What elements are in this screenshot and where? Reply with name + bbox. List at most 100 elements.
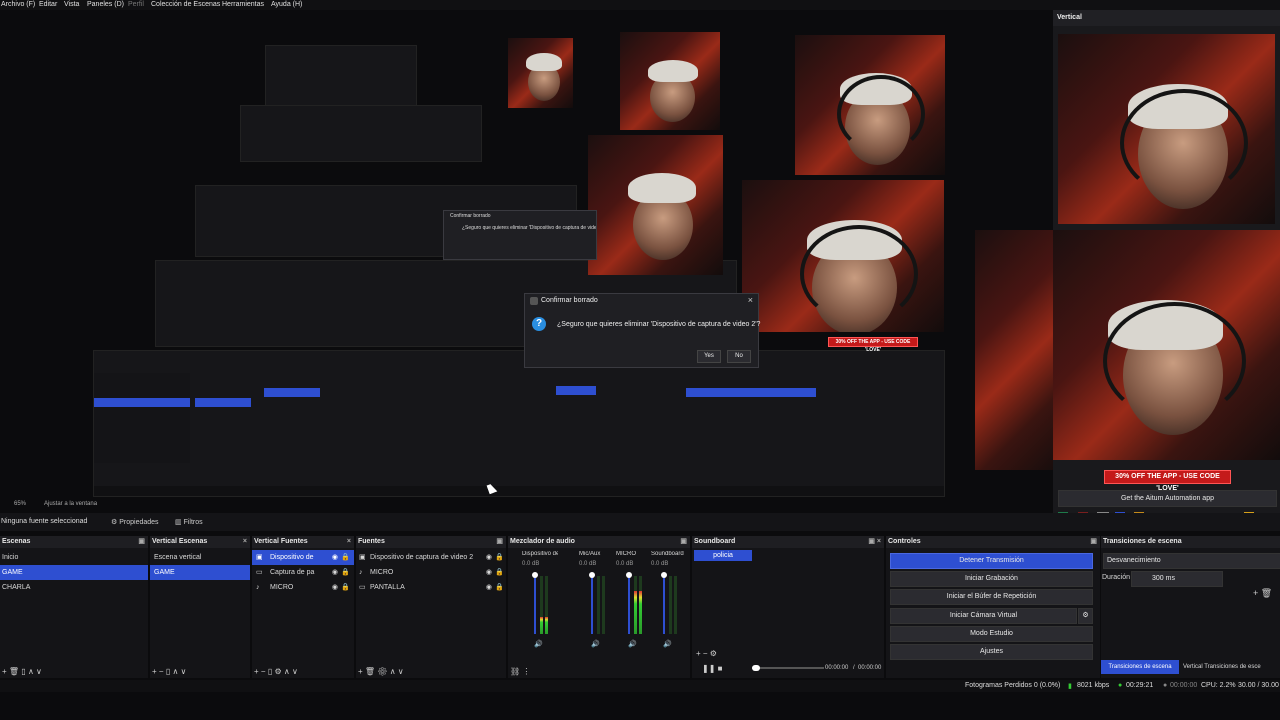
duration-input[interactable]: 300 ms [1131, 571, 1223, 587]
remove-icon[interactable]: − [261, 667, 266, 676]
up-icon[interactable]: ∧ [172, 667, 178, 676]
menu-archivo[interactable]: Archivo (F) [1, 1, 35, 8]
link-icon[interactable]: ⛓ [510, 667, 520, 676]
menu-vista[interactable]: Vista [64, 1, 79, 8]
gear-icon[interactable]: ⚙ [274, 667, 281, 676]
close-icon[interactable]: × [243, 536, 247, 548]
aitum-app-button[interactable]: Get the Aitum Automation app [1058, 490, 1277, 507]
vertical-scene-item[interactable]: GAME [150, 565, 250, 580]
volume-knob[interactable] [626, 572, 632, 578]
add-icon[interactable]: + [254, 667, 259, 676]
vertical-scene-item[interactable]: Escena vertical [150, 550, 250, 565]
scene-item[interactable]: CHARLA [0, 580, 148, 595]
vertical-source-item[interactable]: Captura de pa ▭ ◉ 🔒 [252, 565, 354, 580]
filters-button[interactable]: ▥ Filtros [175, 518, 203, 526]
dock-menu-icon[interactable]: ▣ [1090, 536, 1097, 548]
volume-slider[interactable] [591, 574, 593, 634]
menu-herramientas[interactable]: Herramientas [222, 1, 264, 8]
vertical-source-item[interactable]: Dispositivo de ▣ ◉ 🔒 [252, 550, 354, 565]
lock-icon[interactable]: 🔒 [341, 565, 350, 580]
mute-speaker-icon[interactable]: 🔊 [663, 640, 672, 648]
settings-button[interactable]: Ajustes [890, 644, 1093, 660]
menu-ayuda[interactable]: Ayuda (H) [271, 1, 302, 8]
lock-icon[interactable]: 🔒 [495, 550, 504, 565]
transition-select[interactable]: Desvanecimiento [1103, 553, 1280, 569]
filter-icon[interactable]: ▯ [166, 667, 170, 676]
source-item[interactable]: MICRO ♪ ◉ 🔒 [356, 565, 506, 580]
eye-icon[interactable]: ◉ [486, 580, 492, 595]
studio-mode-button[interactable]: Modo Estudio [890, 626, 1093, 642]
virtual-camera-button[interactable]: Iniciar Cámara Virtual [890, 608, 1077, 624]
close-icon[interactable]: × [347, 536, 351, 548]
lock-icon[interactable]: 🔒 [341, 550, 350, 565]
replay-buffer-button[interactable]: Iniciar el Búfer de Repetición [890, 589, 1093, 605]
dock-menu-icon[interactable]: ▣ [680, 536, 687, 548]
down-icon[interactable]: ∨ [36, 667, 42, 676]
up-icon[interactable]: ∧ [284, 667, 290, 676]
volume-slider[interactable] [534, 574, 536, 634]
no-button[interactable]: No [727, 350, 751, 363]
audio-level-meter [597, 576, 600, 634]
soundboard-seek[interactable] [752, 665, 824, 671]
lock-icon[interactable]: 🔒 [495, 580, 504, 595]
sound-item[interactable]: policia [694, 550, 752, 561]
mute-speaker-icon[interactable]: 🔊 [591, 640, 600, 648]
eye-icon[interactable]: ◉ [486, 550, 492, 565]
up-icon[interactable]: ∧ [28, 667, 34, 676]
trash-icon[interactable]: 🗑 [9, 667, 19, 676]
menu-coleccion-escenas[interactable]: Colección de Escenas [151, 1, 220, 8]
fit-dropdown[interactable]: Ajustar a la ventana [44, 501, 97, 507]
down-icon[interactable]: ∨ [398, 667, 404, 676]
dock-menu-icon[interactable]: ▣ [138, 536, 145, 548]
volume-knob[interactable] [589, 572, 595, 578]
transitions-title: Transiciones de escena [1103, 538, 1182, 545]
filter-icon[interactable]: ▯ [21, 667, 25, 676]
lock-icon[interactable]: 🔒 [341, 580, 350, 595]
stop-stream-button[interactable]: Detener Transmisión [890, 553, 1093, 569]
source-item[interactable]: PANTALLA ▭ ◉ 🔒 [356, 580, 506, 595]
add-icon[interactable]: + 🗑 [1253, 588, 1272, 599]
eye-icon[interactable]: ◉ [332, 580, 338, 595]
zoom-level[interactable]: 65% [14, 501, 26, 507]
down-icon[interactable]: ∨ [181, 667, 187, 676]
menu-paneles[interactable]: Paneles (D) [87, 1, 124, 8]
tab-vertical-transitions[interactable]: Vertical Transiciones de esce [1183, 660, 1280, 674]
down-icon[interactable]: ∨ [292, 667, 298, 676]
mute-speaker-icon[interactable]: 🔊 [628, 640, 637, 648]
up-icon[interactable]: ∧ [390, 667, 396, 676]
add-icon[interactable]: + [358, 667, 363, 676]
virtual-camera-settings-icon[interactable]: ⚙ [1078, 608, 1093, 624]
close-icon[interactable]: × [748, 295, 753, 305]
volume-knob[interactable] [532, 572, 538, 578]
dock-menu-icon[interactable]: ▣ [496, 536, 503, 548]
more-icon[interactable]: ⋮ [522, 667, 530, 676]
add-icon[interactable]: + [152, 667, 157, 676]
gear-icon[interactable]: ⚙ [377, 667, 387, 676]
menu-editar[interactable]: Editar [39, 1, 57, 8]
yes-button[interactable]: Yes [697, 350, 721, 363]
soundboard-add-icon[interactable]: + − ⚙ [696, 649, 717, 658]
tab-transitions[interactable]: Transiciones de escena [1101, 660, 1179, 674]
volume-slider[interactable] [663, 574, 665, 634]
trash-icon[interactable]: 🗑 [365, 667, 375, 676]
scene-item[interactable]: GAME [0, 565, 148, 580]
eye-icon[interactable]: ◉ [486, 565, 492, 580]
volume-slider[interactable] [628, 574, 630, 634]
eye-icon[interactable]: ◉ [332, 565, 338, 580]
preview-canvas[interactable]: 30% OFF THE APP - USE CODE 'LOVE' Confir… [0, 10, 1065, 500]
start-recording-button[interactable]: Iniciar Grabación [890, 571, 1093, 587]
add-icon[interactable]: + [2, 667, 7, 676]
eye-icon[interactable]: ◉ [332, 550, 338, 565]
properties-button[interactable]: ⚙ Propiedades [111, 518, 159, 526]
menu-perfil[interactable]: Perfil [128, 1, 144, 8]
play-pause-icon[interactable]: ❚❚ ■ [702, 664, 722, 673]
remove-icon[interactable]: − [159, 667, 164, 676]
close-icon[interactable]: ▣ × [868, 536, 881, 548]
filter-icon[interactable]: ▯ [268, 667, 272, 676]
volume-knob[interactable] [661, 572, 667, 578]
mute-speaker-icon[interactable]: 🔊 [534, 640, 543, 648]
lock-icon[interactable]: 🔒 [495, 565, 504, 580]
source-item[interactable]: Dispositivo de captura de video 2 ▣ ◉ 🔒 [356, 550, 506, 565]
scene-item[interactable]: Inicio [0, 550, 148, 565]
vertical-source-item[interactable]: MICRO ♪ ◉ 🔒 [252, 580, 354, 595]
